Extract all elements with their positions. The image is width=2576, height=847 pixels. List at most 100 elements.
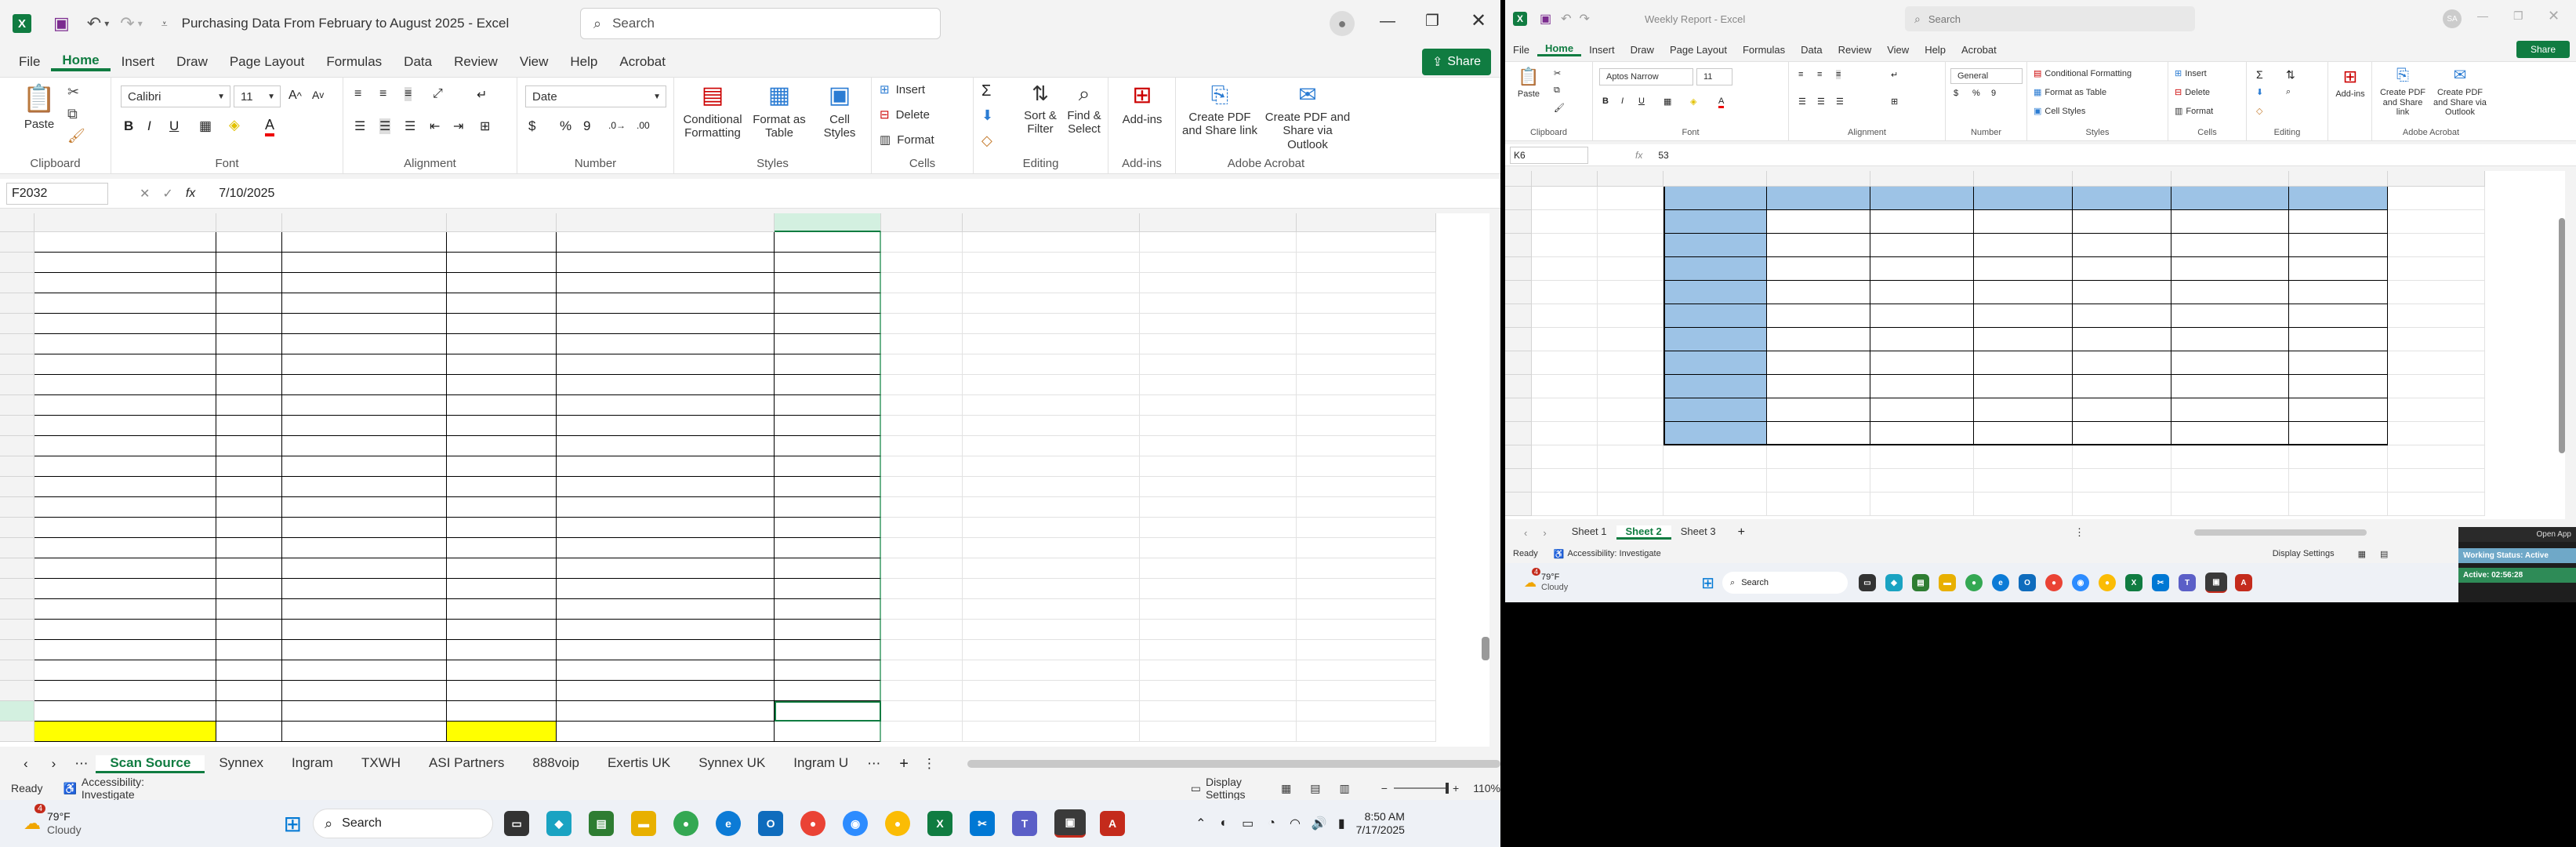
empty-cell[interactable]: [2388, 210, 2485, 234]
table-cell[interactable]: [282, 375, 447, 395]
more-options-icon[interactable]: ⋮: [2074, 526, 2084, 539]
empty-cell[interactable]: [1297, 538, 1436, 558]
table-cell[interactable]: [557, 722, 775, 742]
empty-cell[interactable]: [881, 538, 963, 558]
prev-sheet-icon[interactable]: ‹: [1524, 527, 1527, 539]
table-cell[interactable]: [2171, 328, 2289, 351]
empty-cell[interactable]: [1767, 469, 1870, 493]
find-select-button[interactable]: ⌕ Find & Select: [1063, 82, 1105, 136]
redo-icon[interactable]: ↷: [1580, 11, 1590, 27]
column-header[interactable]: [1664, 171, 1767, 187]
table-cell[interactable]: [282, 273, 447, 293]
table-cell[interactable]: [447, 416, 557, 436]
empty-cell[interactable]: [881, 558, 963, 579]
empty-cell[interactable]: [1598, 398, 1664, 422]
save-icon[interactable]: ▣: [1540, 11, 1551, 27]
row-header[interactable]: [0, 293, 34, 314]
table-cell[interactable]: [34, 354, 216, 375]
name-box[interactable]: F2032: [6, 182, 108, 205]
tab-view[interactable]: View: [1879, 44, 1917, 56]
align-left-icon[interactable]: ☰: [1798, 96, 1806, 107]
decrease-font-icon[interactable]: Av: [312, 89, 324, 101]
paste-button[interactable]: 📋 Paste: [1511, 67, 1546, 100]
empty-cell[interactable]: [1664, 493, 1767, 516]
column-header[interactable]: [34, 213, 216, 232]
empty-cell[interactable]: [881, 497, 963, 518]
table-cell[interactable]: [34, 722, 216, 742]
wrap-text-icon[interactable]: ↵: [477, 87, 487, 103]
windows-start-icon[interactable]: ⊞: [1701, 573, 1714, 593]
table-cell[interactable]: [282, 456, 447, 477]
acrobat-icon[interactable]: A: [2235, 574, 2253, 591]
share-button[interactable]: ⇪ Share: [1422, 49, 1491, 75]
table-cell[interactable]: [557, 293, 775, 314]
table-cell[interactable]: [557, 681, 775, 701]
autosum-icon[interactable]: Σ: [981, 82, 991, 100]
search-box[interactable]: ⌕ Search: [1905, 6, 2195, 31]
borders-icon[interactable]: ▦: [1664, 96, 1671, 107]
table-cell[interactable]: [447, 722, 557, 742]
merge-center-icon[interactable]: ⊞: [480, 118, 490, 134]
zoom-out-icon[interactable]: −: [1381, 782, 1388, 794]
table-cell[interactable]: [34, 620, 216, 640]
empty-cell[interactable]: [963, 722, 1140, 742]
table-cell[interactable]: [447, 456, 557, 477]
empty-cell[interactable]: [1140, 701, 1297, 722]
outlook-icon[interactable]: O: [758, 811, 784, 836]
sheet-tab[interactable]: Ingram: [278, 755, 347, 773]
empty-cell[interactable]: [1140, 456, 1297, 477]
table-cell[interactable]: [557, 253, 775, 273]
empty-cell[interactable]: [963, 334, 1140, 354]
undo-icon[interactable]: ↶: [1561, 11, 1571, 27]
empty-cell[interactable]: [963, 436, 1140, 456]
sheet-tab[interactable]: Sheet 2: [1616, 525, 1671, 540]
tab-home[interactable]: Home: [51, 53, 111, 71]
table-cell[interactable]: [282, 620, 447, 640]
table-cell[interactable]: [775, 722, 881, 742]
table-cell[interactable]: [447, 354, 557, 375]
empty-cell[interactable]: [963, 477, 1140, 497]
row-header[interactable]: [0, 722, 34, 742]
table-cell[interactable]: [2171, 351, 2289, 375]
underline-icon[interactable]: U: [1638, 96, 1645, 106]
align-middle-icon[interactable]: ≡: [379, 87, 386, 101]
percent-icon[interactable]: %: [1972, 89, 1980, 98]
row-header[interactable]: [0, 354, 34, 375]
table-cell[interactable]: [557, 436, 775, 456]
tab-file[interactable]: File: [1505, 44, 1537, 56]
table-cell[interactable]: [34, 436, 216, 456]
table-cell[interactable]: [34, 314, 216, 334]
table-cell[interactable]: [775, 293, 881, 314]
tab-draw[interactable]: Draw: [1623, 44, 1662, 56]
empty-cell[interactable]: [1297, 599, 1436, 620]
table-cell[interactable]: [34, 477, 216, 497]
row-header[interactable]: [0, 518, 34, 538]
align-bottom-icon[interactable]: ≡: [405, 87, 412, 101]
table-cell[interactable]: [2171, 210, 2289, 234]
volume-icon[interactable]: 🔊: [1312, 816, 1327, 831]
column-header[interactable]: [2073, 171, 2171, 187]
empty-cell[interactable]: [1140, 538, 1297, 558]
table-cell[interactable]: [282, 334, 447, 354]
tray-screen-icon[interactable]: ▭: [1242, 816, 1254, 831]
enter-formula-icon[interactable]: ✓: [162, 186, 172, 202]
row-header[interactable]: [0, 640, 34, 660]
table-cell[interactable]: [1974, 257, 2073, 281]
table-cell[interactable]: [2171, 422, 2289, 445]
table-cell[interactable]: [282, 477, 447, 497]
zoom-in-icon[interactable]: +: [1453, 782, 1459, 794]
row-header[interactable]: [1505, 351, 1532, 375]
table-cell[interactable]: [557, 395, 775, 416]
row-header[interactable]: [1505, 210, 1532, 234]
table-cell[interactable]: [2289, 398, 2388, 422]
empty-cell[interactable]: [1532, 304, 1598, 328]
edge-icon[interactable]: e: [716, 811, 742, 836]
empty-cell[interactable]: [2388, 445, 2485, 469]
table-cell[interactable]: [447, 273, 557, 293]
chrome-icon[interactable]: ●: [673, 811, 699, 836]
row-header[interactable]: [0, 436, 34, 456]
tab-formulas[interactable]: Formulas: [1735, 44, 1793, 56]
chrome-icon[interactable]: ●: [1965, 574, 1983, 591]
bold-icon[interactable]: B: [1602, 96, 1609, 106]
tab-acrobat[interactable]: Acrobat: [608, 54, 677, 70]
